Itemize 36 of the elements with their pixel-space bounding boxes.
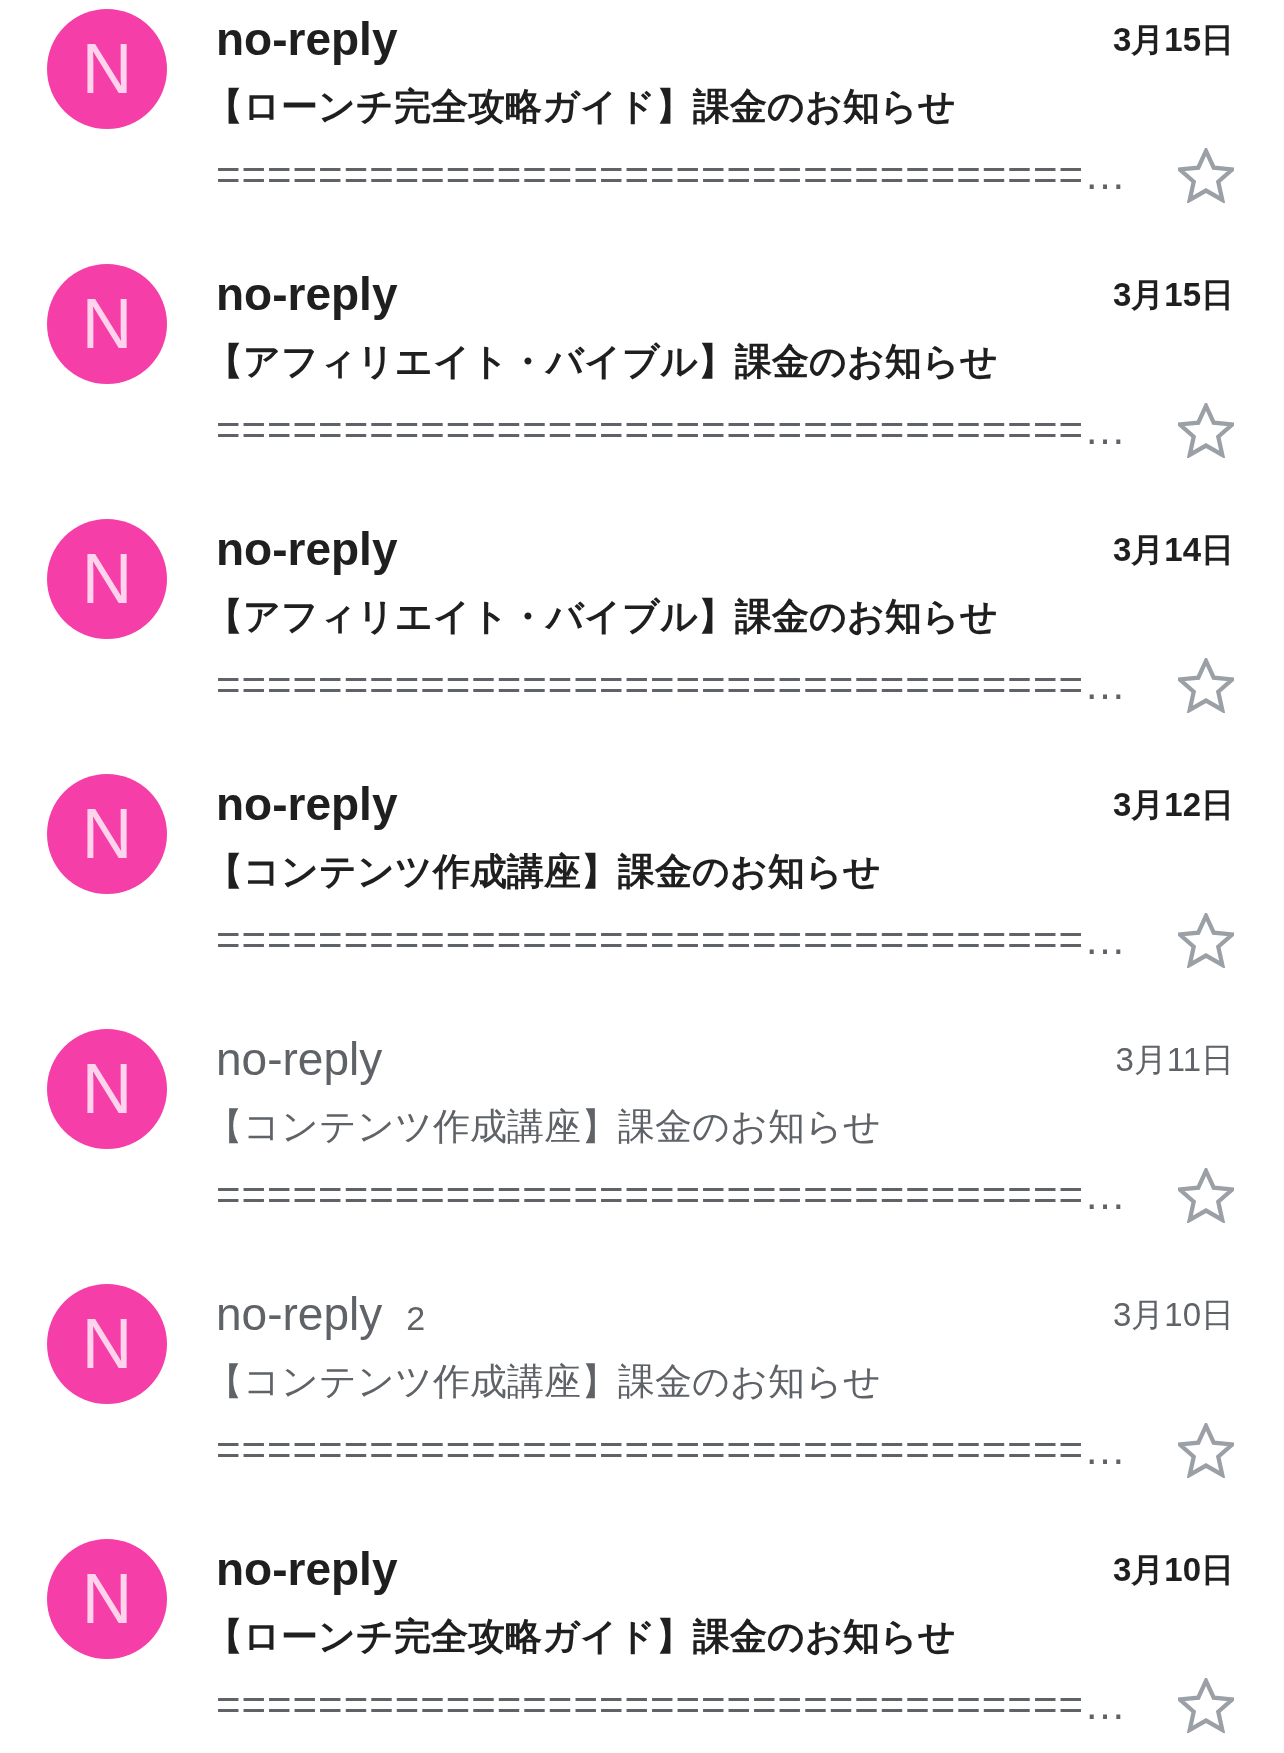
star-icon[interactable] [1178, 912, 1234, 968]
email-subject: 【ローンチ完全攻略ガイド】課金のお知らせ [206, 87, 956, 125]
email-subject: 【アフィリエイト・バイブル】課金のお知らせ [206, 342, 998, 380]
email-preview: ==================================… [216, 1429, 1127, 1471]
email-subject: 【コンテンツ作成講座】課金のお知らせ [206, 1362, 881, 1400]
email-preview: ==================================… [216, 664, 1127, 706]
star-icon[interactable] [1178, 1677, 1234, 1733]
email-date: 3月10日 [1112, 1552, 1234, 1586]
avatar: N [47, 519, 167, 639]
email-subject: 【コンテンツ作成講座】課金のお知らせ [206, 1107, 881, 1145]
email-date: 3月12日 [1112, 787, 1234, 821]
star-icon[interactable] [1178, 1422, 1234, 1478]
avatar: N [47, 9, 167, 129]
avatar: N [47, 1029, 167, 1149]
avatar: N [47, 774, 167, 894]
email-date: 3月14日 [1112, 532, 1234, 566]
email-preview: ==================================… [216, 154, 1127, 196]
avatar: N [47, 264, 167, 384]
message-count: 2 [406, 1301, 426, 1335]
email-preview: ==================================… [216, 1684, 1127, 1726]
star-icon[interactable] [1178, 657, 1234, 713]
avatar: N [47, 1284, 167, 1404]
email-subject: 【ローンチ完全攻略ガイド】課金のお知らせ [206, 1617, 956, 1655]
email-subject: 【アフィリエイト・バイブル】課金のお知らせ [206, 597, 998, 635]
star-icon[interactable] [1178, 1167, 1234, 1223]
email-preview: ==================================… [216, 1174, 1127, 1216]
email-date: 3月11日 [1115, 1042, 1234, 1076]
email-date: 3月15日 [1112, 277, 1234, 311]
avatar: N [47, 1539, 167, 1659]
email-date: 3月15日 [1112, 22, 1234, 56]
star-icon[interactable] [1178, 402, 1234, 458]
star-icon[interactable] [1178, 147, 1234, 203]
email-preview: ==================================… [216, 409, 1127, 451]
email-subject: 【コンテンツ作成講座】課金のお知らせ [206, 852, 881, 890]
email-preview: ==================================… [216, 919, 1127, 961]
email-date: 3月10日 [1112, 1297, 1234, 1331]
